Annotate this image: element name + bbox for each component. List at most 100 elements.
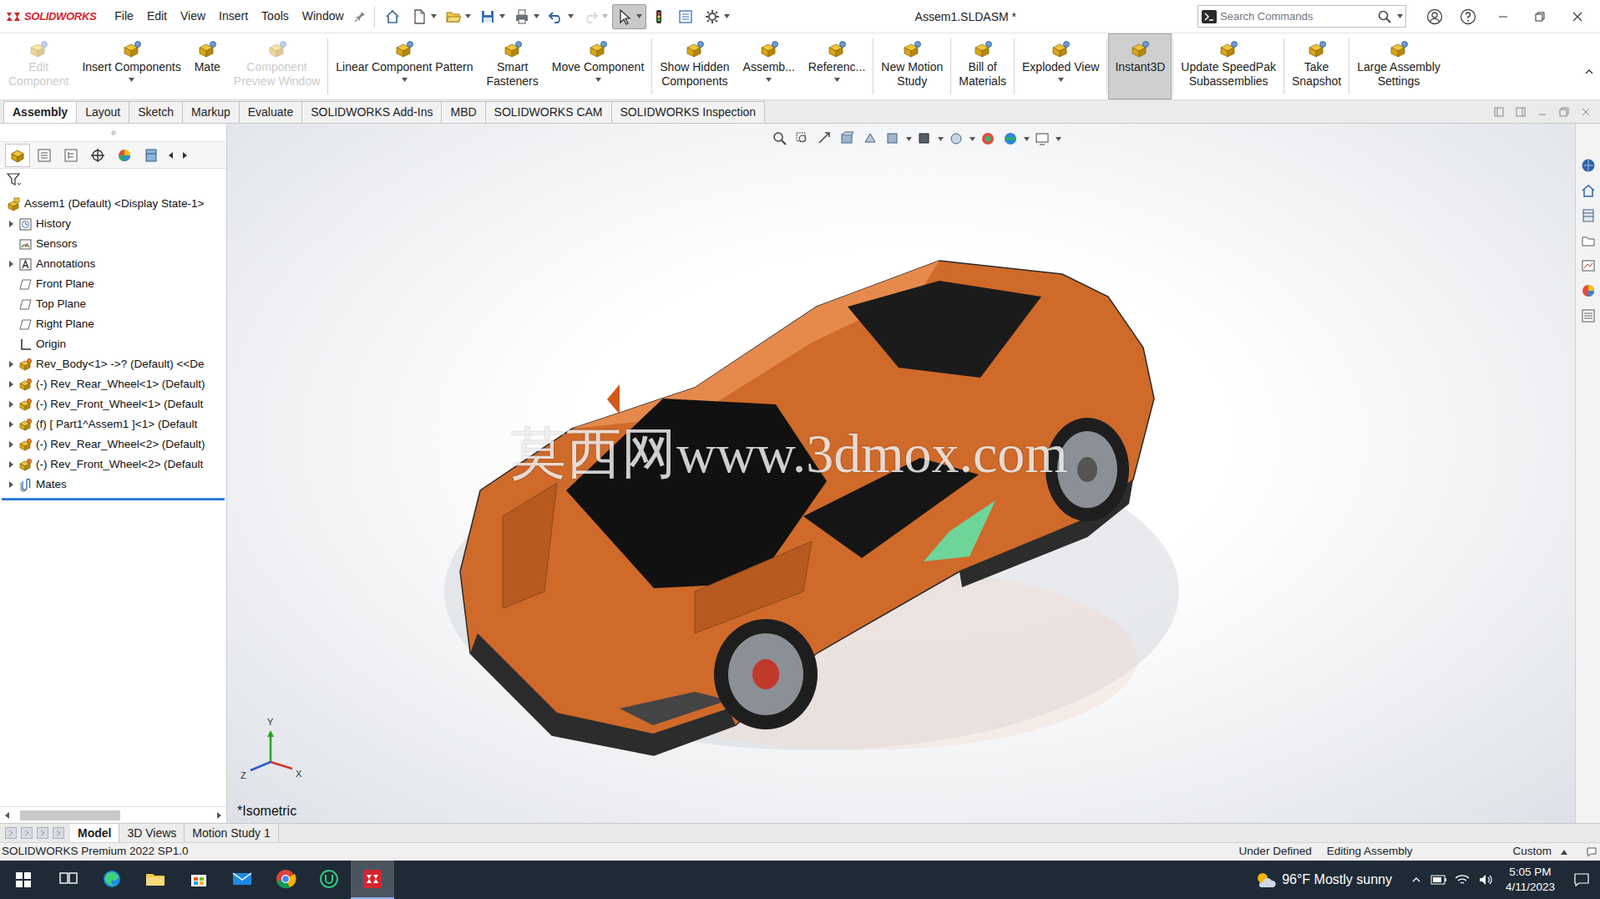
quick-access-button[interactable] — [475, 4, 510, 30]
appearances-icon[interactable] — [1578, 280, 1599, 301]
taskbar-app[interactable] — [307, 860, 351, 899]
expand-arrow-icon[interactable] — [5, 220, 17, 228]
doc-minimize-icon[interactable] — [1534, 106, 1550, 117]
show-hidden-icons-icon[interactable] — [1405, 860, 1428, 899]
filter-icon[interactable] — [5, 172, 24, 187]
expand-arrow-icon[interactable] — [5, 420, 17, 428]
display-style-icon[interactable] — [914, 128, 935, 149]
help-icon[interactable] — [1451, 4, 1485, 30]
view-orientation-icon[interactable] — [882, 128, 903, 149]
zoom-to-fit-icon[interactable] — [769, 128, 790, 149]
graphics-area[interactable]: 莫西网www.3dmox.comYZX*Isometric — [227, 123, 1575, 823]
ribbon-button[interactable]: Assemb... — [736, 33, 802, 100]
panel-splitter[interactable] — [0, 123, 227, 142]
tree-item[interactable]: Annotations — [0, 253, 227, 274]
user-icon[interactable] — [1417, 4, 1452, 30]
view-palette-icon[interactable] — [1578, 255, 1599, 276]
model-tab[interactable]: Model — [70, 823, 120, 842]
ribbon-button[interactable]: TakeSnapshot — [1285, 33, 1348, 100]
edit-appearance-icon[interactable] — [977, 128, 998, 149]
units-caret-icon[interactable] — [1558, 849, 1570, 855]
menu-item[interactable]: View — [173, 7, 213, 26]
quick-access-button[interactable] — [673, 4, 700, 30]
command-tab[interactable]: SOLIDWORKS CAM — [485, 101, 613, 123]
scroll-right-icon[interactable] — [178, 151, 191, 159]
tree-item[interactable]: History — [0, 213, 227, 234]
tree-item[interactable]: Front Plane — [0, 273, 227, 294]
ribbon-button[interactable]: ComponentPreview Window — [227, 33, 327, 100]
quick-access-button[interactable] — [577, 4, 613, 30]
view-settings-icon[interactable] — [1032, 128, 1053, 149]
taskbar-app[interactable] — [133, 860, 178, 899]
windows-start-icon[interactable] — [0, 860, 47, 899]
taskbar-app[interactable] — [350, 860, 395, 899]
ribbon-button[interactable]: Instant3D — [1108, 33, 1172, 100]
ribbon-button[interactable]: New MotionStudy — [874, 33, 950, 100]
rollback-bar[interactable] — [1, 497, 225, 501]
hide-show-icon[interactable] — [946, 128, 967, 149]
ribbon-button[interactable]: Linear Component Pattern — [329, 33, 480, 100]
expand-arrow-icon[interactable] — [5, 380, 17, 388]
expand-arrow-icon[interactable] — [5, 400, 17, 408]
tree-item[interactable]: Mates — [0, 474, 227, 495]
taskbar-app[interactable] — [263, 860, 308, 899]
command-tab[interactable]: SOLIDWORKS Inspection — [611, 101, 766, 123]
tooltip-icon[interactable] — [1583, 845, 1600, 858]
expand-arrow-icon[interactable] — [5, 260, 17, 268]
quick-access-button[interactable] — [406, 4, 441, 30]
tree-item[interactable]: (-) Rev_Rear_Wheel<2> (Default) — [0, 434, 227, 455]
dynamic-annotation-icon[interactable] — [860, 128, 881, 149]
search-box[interactable] — [1197, 5, 1407, 28]
taskbar-app[interactable] — [90, 860, 134, 899]
notifications-icon[interactable] — [1563, 860, 1600, 899]
zoom-area-icon[interactable] — [792, 128, 813, 149]
volume-icon[interactable] — [1473, 860, 1498, 899]
expand-arrow-icon[interactable] — [5, 440, 17, 448]
quick-access-button[interactable] — [699, 4, 735, 30]
tree-item[interactable]: Sensors — [0, 233, 227, 254]
pin-icon[interactable] — [350, 7, 370, 26]
quick-access-button[interactable] — [543, 4, 578, 30]
home-tab-icon[interactable] — [1578, 180, 1599, 201]
quick-access-button[interactable] — [646, 4, 674, 30]
model-tab[interactable]: Motion Study 1 — [184, 823, 279, 842]
ribbon-button[interactable]: Exploded View — [1015, 33, 1106, 100]
doc-close-icon[interactable] — [1578, 106, 1594, 117]
ribbon-button[interactable]: Move Component — [545, 33, 652, 100]
tree-item[interactable]: (-) Rev_Rear_Wheel<1> (Default) — [0, 374, 227, 395]
tree-item[interactable]: Top Plane — [0, 293, 227, 314]
panel-left-icon[interactable] — [1491, 106, 1507, 117]
property-manager-icon[interactable] — [31, 143, 57, 168]
quick-access-button[interactable] — [612, 4, 647, 30]
close-icon[interactable] — [1558, 4, 1597, 30]
expand-arrow-icon[interactable] — [5, 460, 17, 468]
ribbon-button[interactable]: Large AssemblySettings — [1350, 33, 1448, 100]
tree-item[interactable]: (-) Rev_Front_Wheel<1> (Default — [0, 394, 227, 415]
tab-nav-arrow-icon[interactable] — [19, 826, 35, 839]
custom-properties-icon[interactable] — [1578, 305, 1599, 326]
horizontal-scrollbar[interactable] — [0, 805, 227, 823]
battery-icon[interactable] — [1427, 860, 1451, 899]
quick-access-button[interactable] — [509, 4, 544, 30]
scroll-thumb[interactable] — [20, 810, 121, 821]
file-explorer-icon[interactable] — [1578, 230, 1599, 251]
ribbon-button[interactable]: EditComponent — [1, 33, 76, 100]
solidworks-resources-icon[interactable] — [1578, 155, 1599, 176]
doc-restore-icon[interactable] — [1556, 106, 1572, 117]
ribbon-button[interactable]: Referenc... — [801, 33, 872, 100]
command-tab[interactable]: Evaluate — [238, 101, 303, 123]
scroll-left-icon[interactable] — [165, 151, 178, 159]
ribbon-button[interactable]: Mate — [187, 33, 228, 100]
design-library-icon[interactable] — [1578, 205, 1599, 226]
weather-widget[interactable]: 96°F Mostly sunny — [1253, 860, 1406, 899]
command-tab[interactable]: Layout — [75, 101, 130, 123]
clock[interactable]: 5:05 PM4/11/2023 — [1497, 860, 1564, 899]
previous-view-icon[interactable] — [815, 128, 836, 149]
taskbar-app[interactable] — [220, 860, 264, 899]
ribbon-button[interactable]: Update SpeedPakSubassemblies — [1174, 33, 1283, 100]
command-tab[interactable]: Assembly — [3, 101, 77, 123]
ribbon-button[interactable]: Insert Components — [75, 33, 188, 100]
menu-item[interactable]: Insert — [212, 7, 255, 26]
tab-nav-arrow-icon[interactable] — [50, 826, 66, 839]
ribbon-button[interactable]: Bill ofMaterials — [951, 33, 1013, 100]
